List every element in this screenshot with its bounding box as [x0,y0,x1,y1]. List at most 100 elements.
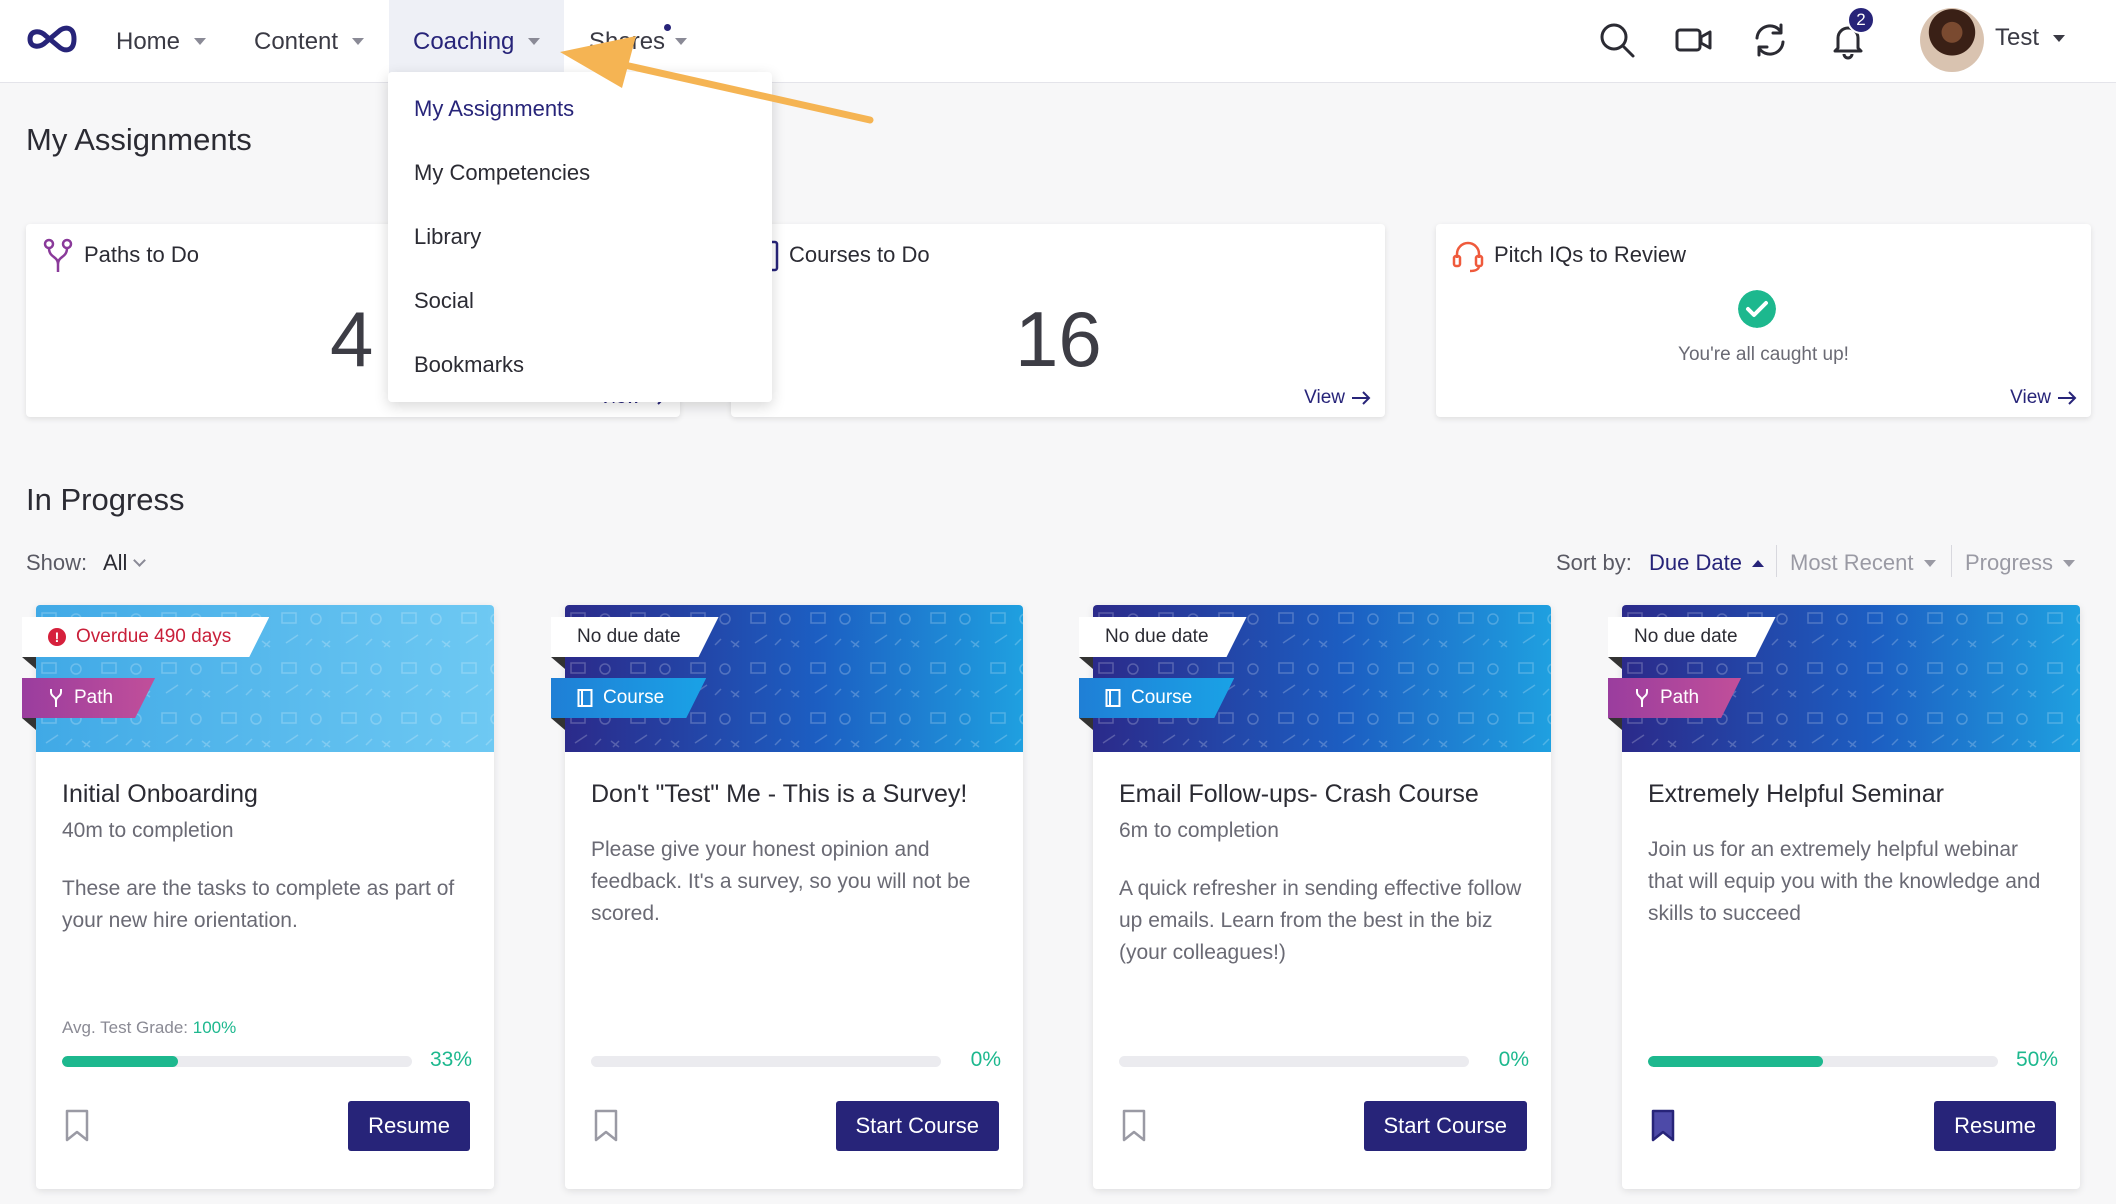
menu-item-social[interactable]: Social [414,288,474,314]
path-fork-icon [1634,688,1650,708]
type-tag-label: Course [1131,687,1193,708]
arrow-right-icon [2058,391,2077,405]
menu-item-my-competencies[interactable]: My Competencies [414,160,590,186]
course-book-icon [1105,688,1121,708]
course-card[interactable]: No due date Path Extremely Helpful Semin… [1608,605,2080,1189]
courses-to-do-card[interactable]: Courses to Do 16 View [731,224,1385,417]
progress-bar [1119,1056,1469,1067]
due-status-text: No due date [1634,626,1738,647]
bookmark-icon[interactable] [1121,1109,1147,1143]
due-status-text: No due date [577,626,681,647]
card-title[interactable]: Extremely Helpful Seminar [1648,780,2058,809]
due-status-text: Overdue 490 days [76,626,232,647]
sort-due-date[interactable]: Due Date [1649,550,1764,576]
card-title[interactable]: Initial Onboarding [62,780,472,809]
courses-view-label: View [1304,387,1345,408]
nav-coaching[interactable]: Coaching [389,0,565,83]
progress-percent: 50% [2015,1048,2058,1071]
bookmark-icon[interactable] [593,1109,619,1143]
resume-button[interactable]: Resume [1934,1101,2056,1151]
pitch-view-label: View [2010,387,2051,408]
page-title: My Assignments [26,122,252,157]
ribbon-fold [1079,657,1093,669]
progress-percent: 33% [429,1048,472,1071]
show-label: Show: [26,550,88,575]
course-book-icon [577,688,593,708]
alert-circle-icon: ! [48,628,66,646]
notification-badge[interactable]: 2 [1847,6,1875,34]
course-card[interactable]: No due date Course Don't "Test" Me - Thi… [551,605,1023,1189]
user-menu[interactable]: Test [1995,24,2066,52]
type-tag: Path [22,678,155,718]
pitch-iqs-title: Pitch IQs to Review [1494,242,1686,267]
type-tag-label: Path [1660,687,1700,708]
card-subtitle: 6m to completion [1119,819,1279,842]
avatar[interactable] [1920,8,1984,72]
progress-bar [591,1056,941,1067]
courses-to-do-title: Courses to Do [789,242,930,267]
paths-to-do-count: 4 [330,295,374,383]
path-fork-icon [48,688,64,708]
pitch-view-link[interactable]: View [2010,387,2077,409]
caret-down-icon [2063,559,2076,567]
sort-progress-label: Progress [1965,550,2054,575]
nav-coaching-label: Coaching [413,27,515,55]
sort-most-recent-label: Most Recent [1790,550,1914,575]
pitch-iqs-card[interactable]: Pitch IQs to Review You're all caught up… [1436,224,2091,417]
card-subtitle: 40m to completion [62,819,234,842]
progress-percent: 0% [970,1048,1001,1071]
course-card[interactable]: ! Overdue 490 days Path Initial Onboardi… [22,605,494,1189]
due-status-tag: No due date [1079,617,1247,657]
grade-value: 100% [192,1018,237,1037]
sort-most-recent[interactable]: Most Recent [1790,550,1936,576]
type-tag-label: Course [603,687,665,708]
sort-progress[interactable]: Progress [1965,550,2076,576]
caret-down-icon [194,38,207,45]
show-filter-dropdown[interactable]: All [103,550,147,576]
nav-content[interactable]: Content [254,0,365,83]
course-card[interactable]: No due date Course Email Follow-ups- Cra… [1079,605,1551,1189]
card-title[interactable]: Email Follow-ups- Crash Course [1119,780,1529,809]
ribbon-fold [551,718,565,730]
sort-label: Sort by: [1556,550,1632,575]
grade-label: Avg. Test Grade: [62,1018,188,1037]
annotation-arrow-icon [560,36,874,124]
card-description: These are the tasks to complete as part … [62,877,455,932]
caret-down-icon [352,38,365,45]
ribbon-fold [1608,718,1622,730]
avg-test-grade: Avg. Test Grade: 100% [62,1018,236,1038]
ribbon-fold [1079,718,1093,730]
ribbon-fold [551,657,565,669]
bookmark-icon[interactable] [64,1109,90,1143]
check-circle-icon [1738,290,1776,328]
chevron-down-icon [133,553,147,567]
due-status-text: No due date [1105,626,1209,647]
arrow-right-icon [1352,391,1371,405]
in-progress-title: In Progress [26,482,185,517]
caret-up-icon [1751,559,1764,567]
video-camera-icon[interactable] [1674,20,1714,60]
search-icon[interactable] [1597,20,1637,60]
sync-icon[interactable] [1750,20,1790,60]
type-tag: Course [551,678,706,718]
nav-home[interactable]: Home [116,0,207,83]
caret-down-icon [528,38,541,45]
headset-icon [1452,241,1484,273]
start-course-button[interactable]: Start Course [1363,1101,1527,1151]
paths-to-do-title: Paths to Do [84,242,199,267]
courses-view-link[interactable]: View [1304,387,1371,409]
menu-item-library[interactable]: Library [414,224,481,250]
card-title[interactable]: Don't "Test" Me - This is a Survey! [591,780,1001,809]
logo-icon[interactable] [26,22,78,56]
resume-button[interactable]: Resume [348,1101,470,1151]
due-status-tag: ! Overdue 490 days [22,617,269,657]
nav-home-label: Home [116,27,181,55]
card-description: A quick refresher in sending effective f… [1119,877,1522,964]
due-status-tag: No due date [551,617,719,657]
bookmark-icon[interactable] [1650,1109,1676,1143]
caret-down-icon [1923,559,1936,567]
start-course-button[interactable]: Start Course [835,1101,999,1151]
menu-item-bookmarks[interactable]: Bookmarks [414,352,524,378]
type-tag-label: Path [74,687,114,708]
courses-to-do-count: 16 [1015,295,1102,383]
